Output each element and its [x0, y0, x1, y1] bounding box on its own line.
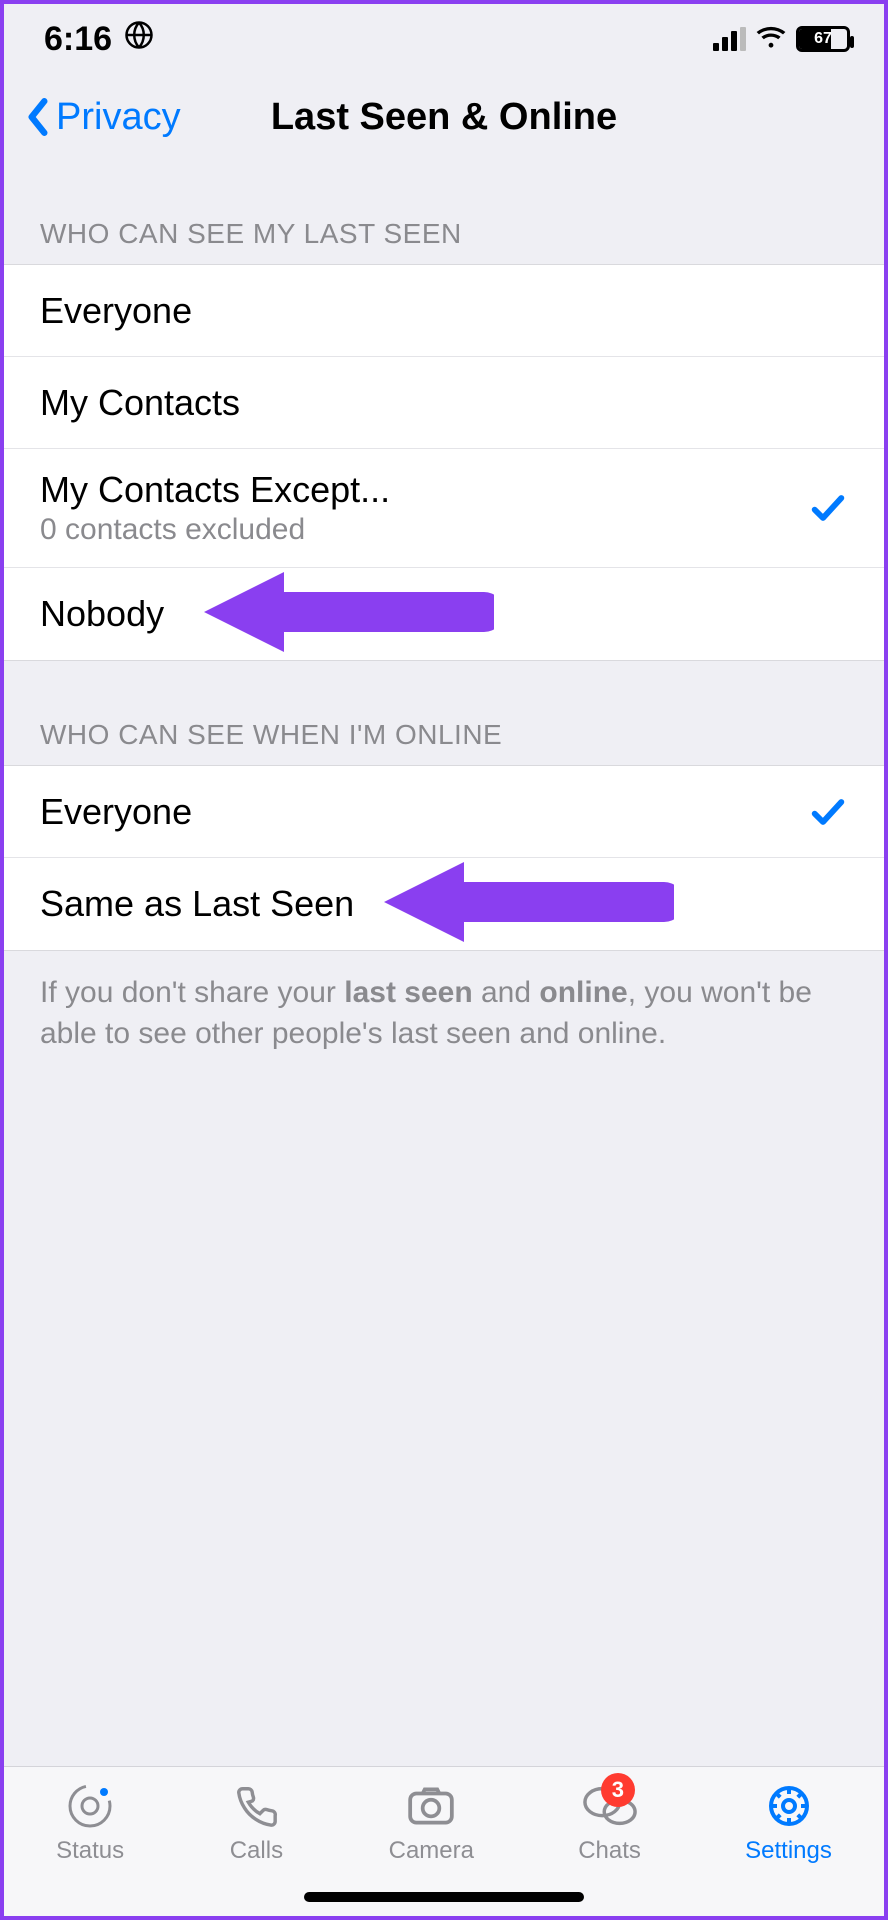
section-header-online: WHO CAN SEE WHEN I'M ONLINE — [4, 661, 884, 765]
back-label: Privacy — [56, 96, 181, 139]
section-header-last-seen: WHO CAN SEE MY LAST SEEN — [4, 160, 884, 264]
tab-label: Status — [56, 1837, 124, 1865]
status-left: 6:16 — [44, 20, 154, 59]
option-nobody[interactable]: Nobody — [4, 568, 884, 660]
option-everyone-online[interactable]: Everyone — [4, 766, 884, 858]
option-label: Everyone — [40, 290, 192, 332]
tab-label: Camera — [389, 1837, 474, 1865]
tab-settings[interactable]: Settings — [745, 1781, 832, 1865]
battery-level: 67 — [799, 30, 847, 48]
tab-label: Calls — [230, 1837, 283, 1865]
phone-icon — [228, 1781, 284, 1831]
status-icon — [62, 1781, 118, 1831]
checkmark-icon — [808, 488, 848, 528]
group-online: Everyone Same as Last Seen — [4, 765, 884, 951]
tab-bar: Status Calls Camera — [4, 1766, 884, 1916]
battery-icon: 67 — [796, 26, 850, 52]
option-sublabel: 0 contacts excluded — [40, 513, 390, 547]
tab-label: Settings — [745, 1837, 832, 1865]
option-same-as-last-seen[interactable]: Same as Last Seen — [4, 858, 884, 950]
footer-note: If you don't share your last seen and on… — [4, 951, 884, 1076]
gear-icon — [761, 1781, 817, 1831]
home-indicator[interactable] — [304, 1892, 584, 1902]
option-label: Nobody — [40, 593, 164, 635]
option-everyone-lastseen[interactable]: Everyone — [4, 265, 884, 357]
option-my-contacts-except[interactable]: My Contacts Except... 0 contacts exclude… — [4, 449, 884, 568]
tab-calls[interactable]: Calls — [228, 1781, 284, 1865]
option-label: My Contacts — [40, 382, 240, 424]
tab-camera[interactable]: Camera — [389, 1781, 474, 1865]
chevron-left-icon — [24, 98, 52, 136]
annotation-arrow-icon — [374, 852, 674, 952]
back-button[interactable]: Privacy — [24, 96, 181, 139]
status-time: 6:16 — [44, 20, 112, 59]
wifi-icon — [756, 20, 786, 59]
camera-icon — [403, 1781, 459, 1831]
chats-badge: 3 — [601, 1773, 635, 1807]
status-bar: 6:16 67 — [4, 4, 884, 74]
tab-status[interactable]: Status — [56, 1781, 124, 1865]
status-right: 67 — [713, 20, 850, 59]
page-title: Last Seen & Online — [271, 96, 617, 139]
option-label: My Contacts Except... — [40, 469, 390, 511]
globe-icon — [124, 20, 154, 59]
option-my-contacts[interactable]: My Contacts — [4, 357, 884, 449]
nav-header: Privacy Last Seen & Online — [4, 74, 884, 160]
screen: 6:16 67 — [0, 0, 888, 1920]
group-last-seen: Everyone My Contacts My Contacts Except.… — [4, 264, 884, 661]
option-label: Same as Last Seen — [40, 883, 354, 925]
option-label: Everyone — [40, 791, 192, 833]
cellular-signal-icon — [713, 27, 746, 51]
tab-label: Chats — [578, 1837, 641, 1865]
tab-chats[interactable]: 3 Chats — [578, 1781, 641, 1865]
annotation-arrow-icon — [194, 562, 494, 662]
checkmark-icon — [808, 792, 848, 832]
